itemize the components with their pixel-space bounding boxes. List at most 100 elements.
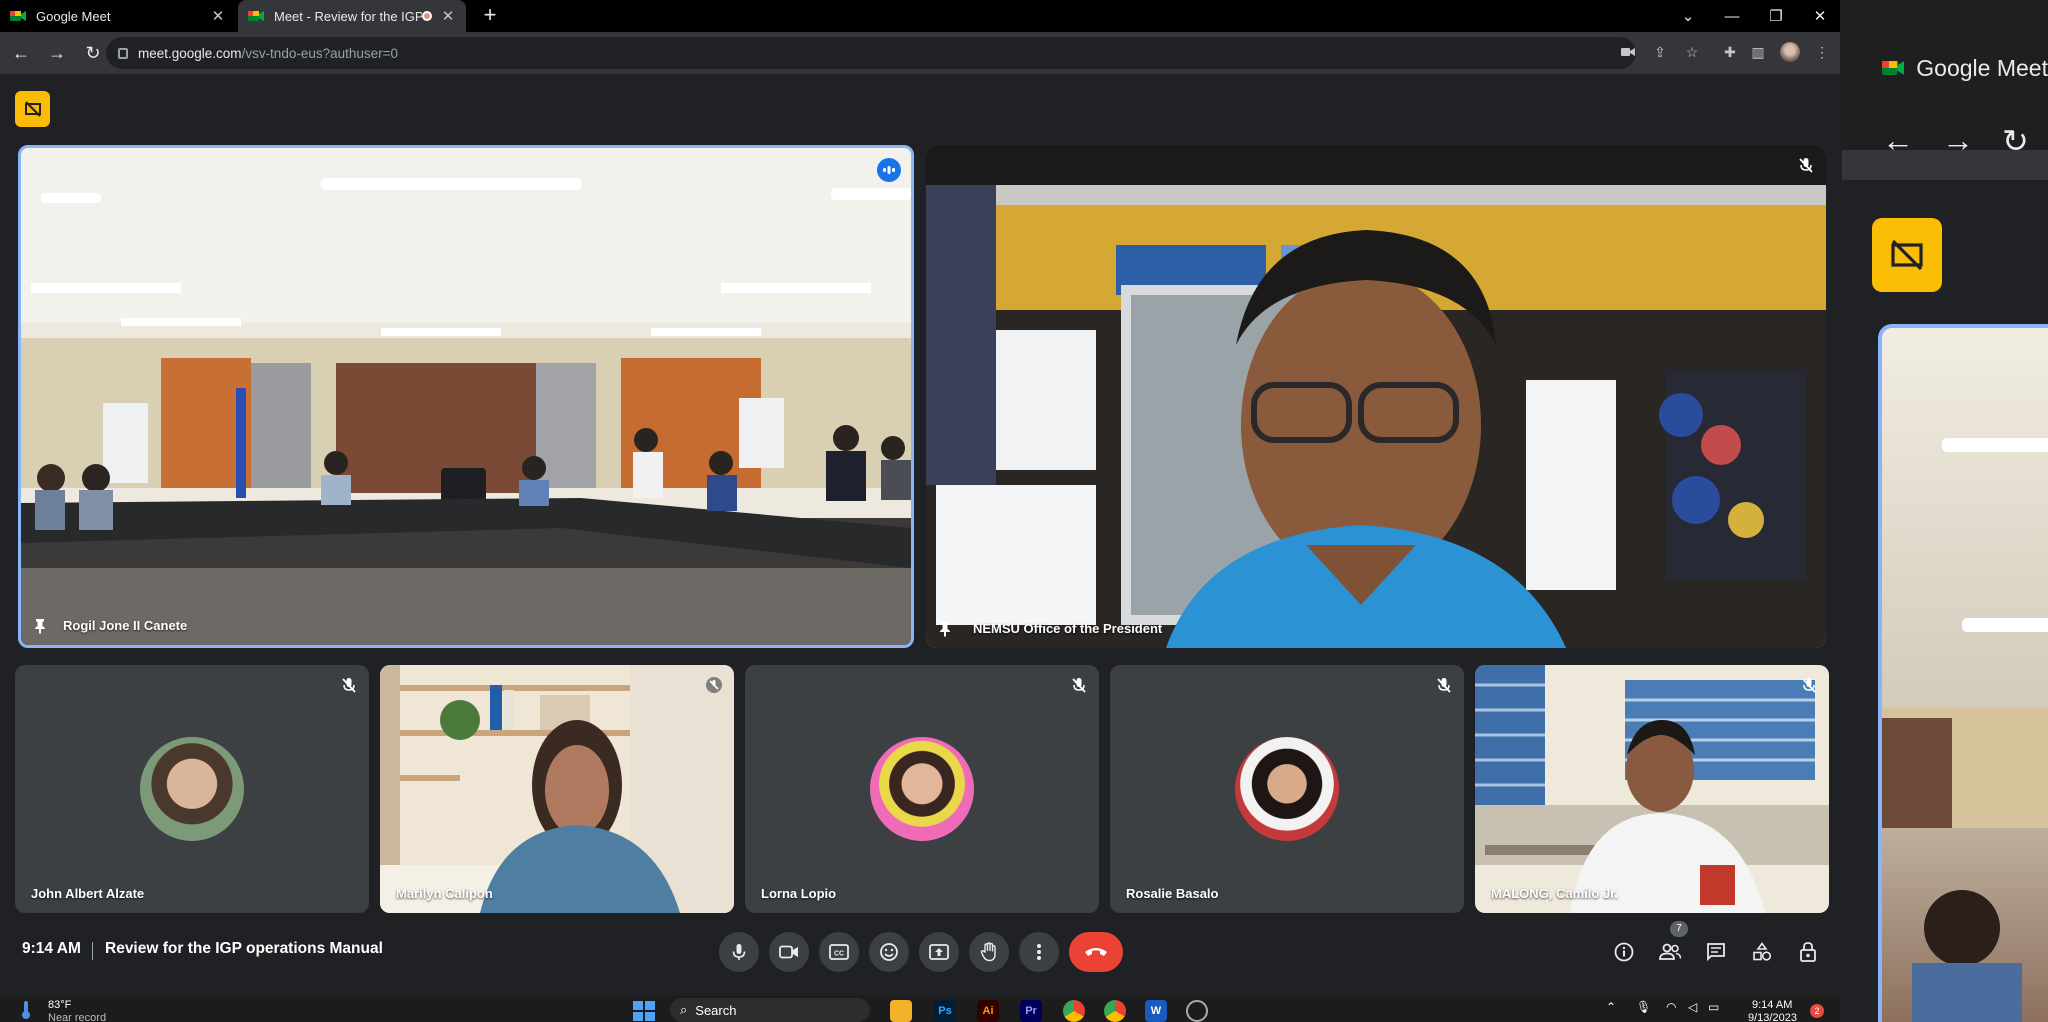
profile-avatar[interactable]: [1778, 40, 1802, 64]
participant-tile[interactable]: MALONG, Camilo Jr.: [1475, 665, 1829, 913]
taskbar-time[interactable]: 9:14 AM: [1752, 999, 1792, 1011]
avatar: [870, 737, 974, 841]
battery-icon[interactable]: ▭: [1708, 1000, 1719, 1014]
video-feed-conference-room: [21, 148, 911, 645]
svg-text:CC: CC: [834, 951, 844, 958]
tab-search-icon[interactable]: ⌄: [1666, 0, 1710, 32]
reload-icon[interactable]: ↻: [78, 38, 108, 68]
video-feed-office: [926, 145, 1826, 648]
close-tab-icon[interactable]: ✕: [440, 7, 456, 25]
volume-icon[interactable]: ◁: [1688, 1000, 1697, 1014]
reactions-button[interactable]: [869, 932, 909, 972]
tab-meet-review[interactable]: Meet - Review for the IGP op ✕: [238, 0, 466, 32]
url-host: meet.google.com: [138, 45, 242, 61]
minimize-icon[interactable]: —: [1710, 0, 1754, 32]
activities-icon: [1753, 942, 1772, 961]
participant-tile[interactable]: Rosalie Basalo: [1110, 665, 1464, 913]
taskbar-date[interactable]: 9/13/2023: [1748, 1012, 1797, 1022]
lock-icon: [118, 47, 128, 59]
more-options-button[interactable]: [1019, 932, 1059, 972]
avatar: [140, 737, 244, 841]
divider: [92, 942, 93, 960]
windows-start-icon[interactable]: [633, 1001, 655, 1022]
presenting-indicator-button[interactable]: [1872, 218, 1942, 292]
meeting-clock: 9:14 AM: [22, 940, 81, 957]
captions-button[interactable]: CC: [819, 932, 859, 972]
show-hidden-icons-icon[interactable]: ⌃: [1606, 1000, 1616, 1014]
meet-favicon-icon: [248, 9, 264, 23]
share-icon[interactable]: ⇪: [1648, 40, 1672, 64]
camera-toggle-button[interactable]: [769, 932, 809, 972]
more-options-icon: [1037, 944, 1041, 960]
present-now-button[interactable]: [919, 932, 959, 972]
url-path: /vsv-tndo-eus?authuser=0: [241, 45, 399, 61]
mic-icon: [732, 944, 746, 960]
emoji-icon: [880, 943, 898, 961]
back-icon[interactable]: ←: [6, 38, 36, 68]
participant-tile-main[interactable]: NEMSU Office of the President: [926, 145, 1826, 648]
chat-button[interactable]: [1702, 938, 1730, 966]
host-controls-button[interactable]: [1794, 938, 1822, 966]
extensions-icon[interactable]: ✚: [1718, 40, 1742, 64]
close-tab-icon[interactable]: ✕: [210, 7, 226, 25]
file-explorer-icon[interactable]: [890, 1000, 912, 1022]
camera-icon: [779, 945, 798, 959]
illustrator-icon[interactable]: Ai: [977, 1000, 999, 1022]
raise-hand-icon: [980, 942, 996, 962]
premiere-icon[interactable]: Pr: [1020, 1000, 1042, 1022]
forward-icon[interactable]: →: [1942, 122, 1974, 159]
participant-tile[interactable]: Marilyn Calipon: [380, 665, 734, 913]
participant-name: John Albert Alzate: [31, 886, 145, 901]
video-feed-home: [380, 665, 734, 913]
wifi-icon[interactable]: ◠: [1666, 1000, 1676, 1014]
meeting-title: Review for the IGP operations Manual: [105, 940, 383, 957]
new-tab-button[interactable]: +: [476, 2, 504, 28]
meeting-info-button[interactable]: [1610, 938, 1638, 966]
host-controls-icon: [1800, 942, 1816, 962]
side-tab[interactable]: Google Meet: [1842, 48, 2048, 88]
taskbar-search[interactable]: ⌕ Search: [670, 998, 870, 1022]
browser-menu-icon[interactable]: ⋮: [1810, 40, 1834, 64]
chrome-profile-icon[interactable]: [1104, 1000, 1126, 1022]
participant-name: Lorna Lopio: [761, 886, 837, 901]
search-icon: ⌕: [680, 1002, 688, 1017]
photoshop-icon[interactable]: Ps: [934, 1000, 956, 1022]
participant-tile[interactable]: John Albert Alzate: [15, 665, 369, 913]
app-icon[interactable]: [1186, 1000, 1208, 1022]
thermometer-icon: [22, 1001, 30, 1019]
notification-badge[interactable]: 2: [1810, 1004, 1824, 1018]
os-taskbar: [0, 996, 1840, 1022]
back-icon[interactable]: ←: [1882, 122, 1914, 159]
pin-icon[interactable]: [33, 618, 47, 634]
meet-favicon-icon: [1882, 61, 1905, 75]
leave-call-button[interactable]: [1069, 932, 1123, 972]
people-button[interactable]: [1656, 938, 1684, 966]
presenting-indicator-button[interactable]: [15, 91, 50, 127]
activities-button[interactable]: [1748, 938, 1776, 966]
captions-icon: CC: [829, 944, 849, 960]
side-panel-icon[interactable]: ▥: [1746, 40, 1770, 64]
word-icon[interactable]: W: [1145, 1000, 1167, 1022]
mic-muted-icon: [342, 678, 356, 693]
address-bar[interactable]: meet.google.com /vsv-tndo-eus?authuser=0: [106, 37, 1636, 69]
tab-google-meet[interactable]: Google Meet ✕: [0, 0, 236, 32]
video-feed-office-2: [1475, 665, 1829, 913]
participant-tile-main[interactable]: Rogil Jone II Canete: [18, 145, 914, 648]
weather-temp[interactable]: 83°F: [48, 999, 71, 1011]
restore-icon[interactable]: ❐: [1754, 0, 1798, 32]
forward-icon[interactable]: →: [42, 38, 72, 68]
camera-permission-icon[interactable]: [1616, 40, 1640, 64]
pin-icon[interactable]: [938, 621, 952, 637]
bookmark-star-icon[interactable]: ☆: [1680, 40, 1704, 64]
participant-tile[interactable]: Lorna Lopio: [745, 665, 1099, 913]
video-preview: [1878, 324, 2048, 1022]
people-icon: [1659, 943, 1682, 960]
reload-icon[interactable]: ↻: [2002, 122, 2029, 160]
close-window-icon[interactable]: ✕: [1798, 0, 1840, 32]
chrome-icon[interactable]: [1063, 1000, 1085, 1022]
mic-toggle-button[interactable]: [719, 932, 759, 972]
participant-count-badge: 7: [1670, 921, 1688, 937]
raise-hand-button[interactable]: [969, 932, 1009, 972]
camera-off-icon: [1891, 239, 1923, 271]
speaking-indicator-icon: [877, 158, 901, 182]
